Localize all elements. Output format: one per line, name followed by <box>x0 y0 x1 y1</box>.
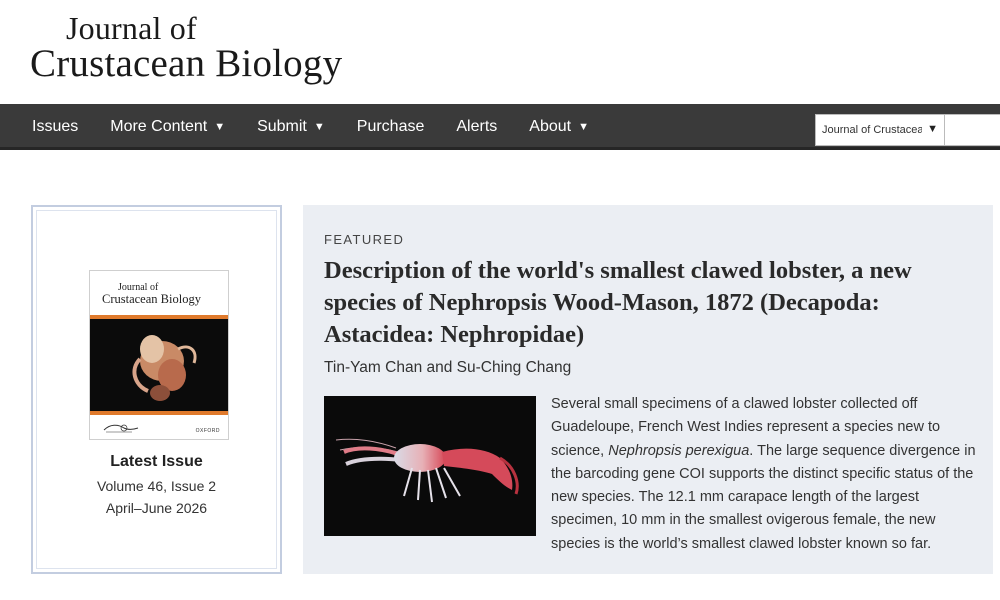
nav-item-label: More Content <box>110 118 208 135</box>
featured-article-panel: FEATURED Description of the world's smal… <box>303 205 993 574</box>
nav-item-alerts[interactable]: Alerts <box>456 118 497 136</box>
featured-article-image[interactable] <box>324 396 536 536</box>
cover-publisher: OXFORD <box>195 428 220 434</box>
chevron-down-icon: ▼ <box>927 123 938 135</box>
chevron-down-icon: ▼ <box>578 121 589 133</box>
search-scope-select[interactable]: Journal of Crustacea ▼ <box>815 114 945 146</box>
nav-item-issues[interactable]: Issues <box>32 118 78 136</box>
nav-item-label: Issues <box>32 118 79 135</box>
featured-article-abstract: Several small specimens of a clawed lobs… <box>551 393 981 556</box>
abstract-species-name: Nephropsis perexigua <box>608 442 750 459</box>
cover-title: Journal of Crustacean Biology <box>90 283 228 306</box>
chevron-down-icon: ▼ <box>313 121 325 133</box>
search-scope-value: Journal of Crustacea <box>822 124 922 136</box>
nav-item-label: About <box>529 118 572 135</box>
cover-title-line-2: Crustacean Biology <box>102 292 201 306</box>
lobster-emblem-icon <box>103 424 139 433</box>
nav-item-label: Submit <box>257 118 307 135</box>
nav-item-label: Purchase <box>356 118 425 135</box>
cover-footer: OXFORD <box>90 415 228 439</box>
latest-issue-heading[interactable]: Latest Issue <box>33 453 280 471</box>
main-navbar: Issues More Content ▼ Submit ▼ Purchase … <box>0 104 1000 150</box>
journal-logo[interactable]: Journal of Crustacean Biology <box>30 12 342 84</box>
chevron-down-icon: ▼ <box>214 121 226 133</box>
nav-item-submit[interactable]: Submit ▼ <box>257 118 325 136</box>
latest-issue-card[interactable]: Journal of Crustacean Biology OXFORD Lat… <box>31 205 282 574</box>
featured-article-authors: Tin-Yam Chan and Su-Ching Chang <box>324 359 572 376</box>
featured-label: FEATURED <box>324 232 405 247</box>
issue-cover-image[interactable]: Journal of Crustacean Biology OXFORD <box>89 270 229 440</box>
nav-item-more-content[interactable]: More Content ▼ <box>110 118 225 136</box>
featured-article-title[interactable]: Description of the world's smallest claw… <box>324 255 984 351</box>
nav-item-about[interactable]: About ▼ <box>529 118 589 136</box>
nav-item-label: Alerts <box>456 118 498 135</box>
cover-photo <box>90 319 228 411</box>
nav-menu: Issues More Content ▼ Submit ▼ Purchase … <box>0 104 589 150</box>
crustacean-photo <box>132 335 197 401</box>
logo-line-1: Journal of <box>66 10 197 46</box>
nav-item-purchase[interactable]: Purchase <box>357 118 425 136</box>
issue-date: April–June 2026 <box>105 500 208 516</box>
search-input[interactable] <box>945 114 1000 146</box>
issue-volume: Volume 46, Issue 2 <box>96 478 217 494</box>
logo-line-2: Crustacean Biology <box>30 42 343 85</box>
lobster-photo <box>335 438 519 503</box>
